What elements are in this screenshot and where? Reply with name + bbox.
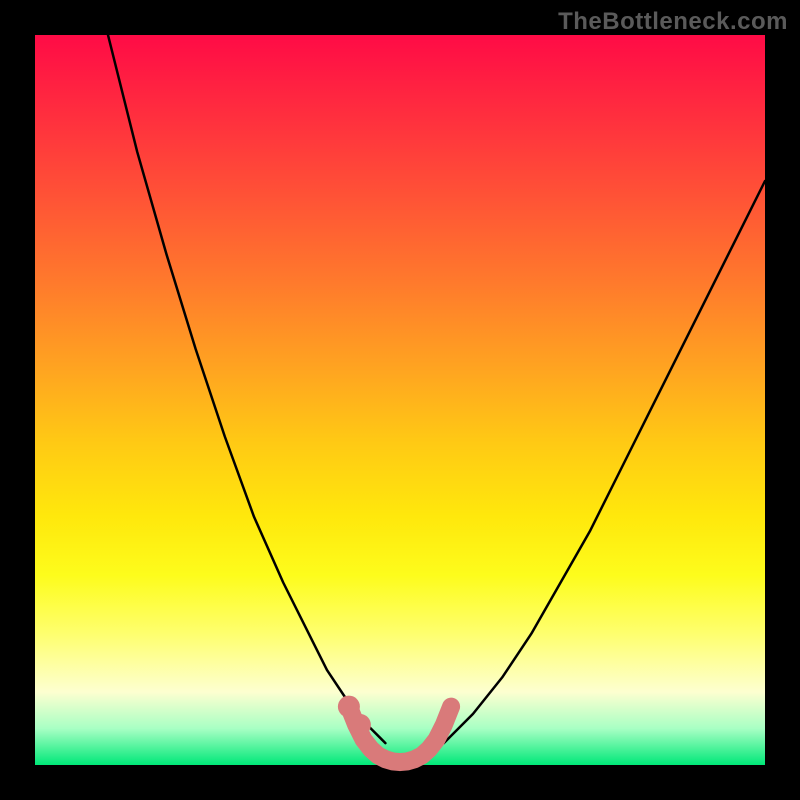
- highlight-bead: [349, 714, 371, 736]
- left-curve: [108, 35, 385, 743]
- watermark-text: TheBottleneck.com: [558, 8, 788, 36]
- curve-layer: [35, 35, 765, 765]
- plot-area: [35, 35, 765, 765]
- chart-frame: TheBottleneck.com: [0, 0, 800, 800]
- highlight-bead: [338, 696, 360, 718]
- right-curve: [444, 181, 765, 743]
